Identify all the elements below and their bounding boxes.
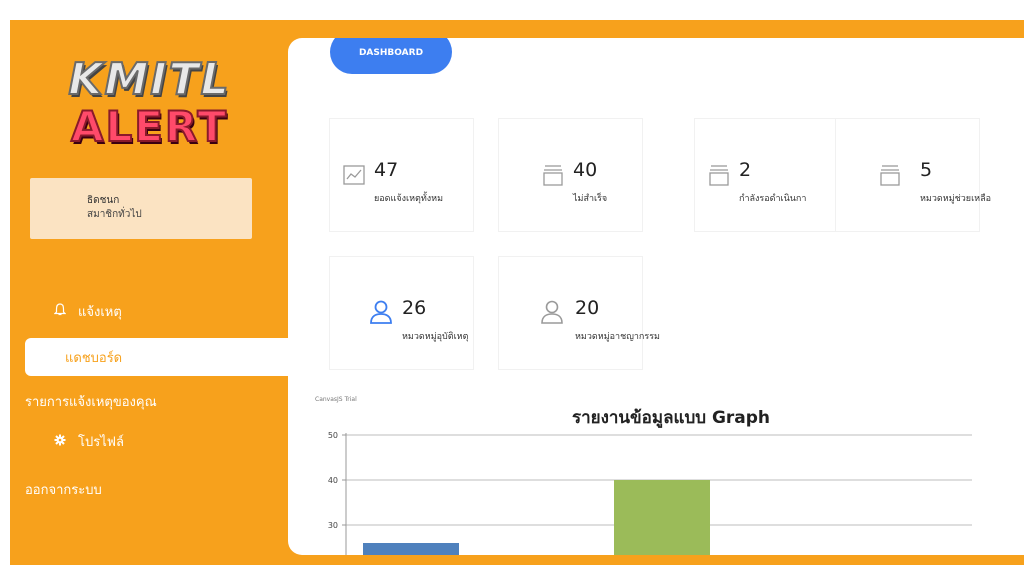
sidebar-item-label: แจ้งเหตุ [78, 304, 122, 320]
sidebar-item-my-reports[interactable]: รายการแจ้งเหตุของคุณ [10, 382, 290, 420]
sidebar-item-label: แดชบอร์ด [65, 350, 123, 366]
y-tick-label: 50 [328, 431, 338, 440]
kmitl-alert-logo: KMITL ALERT [62, 50, 237, 152]
sidebar-item-label: โปรไฟล์ [78, 434, 124, 450]
user-card: ธิดชนก สมาชิกทั่วไป [30, 178, 252, 239]
user-role: สมาชิกทั่วไป [87, 209, 142, 220]
sidebar-item-label: ออกจากระบบ [25, 482, 102, 498]
y-tick-label: 40 [328, 476, 338, 485]
main-panel: DASHBOARD 47 ยอดแจ้งเหตุทั้งหม 40 ไม่สำเ… [288, 38, 1024, 555]
chart-bar [614, 480, 710, 555]
bar-chart: CanvasJS Trial รายงานข้อมูลแบบ Graph 50 40 3… [315, 396, 972, 555]
sidebar-item-logout[interactable]: ออกจากระบบ [10, 470, 290, 508]
chart-title: รายงานข้อมูลแบบ Graph [572, 408, 770, 429]
user-name: ธิดชนก [87, 195, 120, 206]
sidebar-item-report[interactable]: แจ้งเหตุ [10, 292, 290, 330]
chart-watermark: CanvasJS Trial [315, 396, 357, 403]
gear-icon [52, 434, 68, 449]
sidebar-item-profile[interactable]: โปรไฟล์ [10, 422, 290, 460]
bell-icon [52, 303, 68, 319]
chart-bar [363, 543, 459, 555]
y-tick-label: 30 [328, 521, 338, 530]
logo-line2: ALERT [70, 101, 229, 152]
sidebar-item-dashboard[interactable]: แดชบอร์ด [25, 338, 290, 376]
sidebar-item-label: รายการแจ้งเหตุของคุณ [25, 394, 157, 410]
logo-line1: KMITL [67, 53, 231, 106]
